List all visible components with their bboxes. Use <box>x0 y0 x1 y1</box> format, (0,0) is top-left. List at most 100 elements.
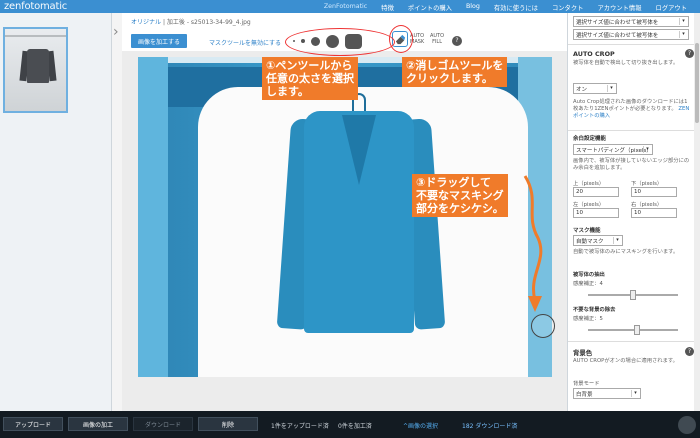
help-icon[interactable]: ? <box>685 49 694 58</box>
uploaded-count: 1件をアップロード済 <box>271 423 329 430</box>
downloaded-count: 182 ダウンロード済 <box>462 423 518 430</box>
callout-text: クリックします。 <box>406 72 493 85</box>
margin-mode-select[interactable]: スマートパディング（pixels） ▾ <box>573 144 653 155</box>
output-size-select-2[interactable]: 選択サイズ値に合わせて被写体を ▾ <box>573 29 689 40</box>
zenfotomatic-logo[interactable]: zenfotomatic <box>4 1 67 12</box>
scrollbar-thumb[interactable] <box>695 43 699 123</box>
image-thumbnail[interactable] <box>3 27 68 113</box>
settings-scrollbar[interactable] <box>694 13 700 411</box>
padding-bottom-label: 下（pixels） <box>631 181 663 187</box>
background-removal-title: 不要な背景の除去 <box>573 307 616 313</box>
divider <box>568 130 700 131</box>
thumbnail-rack <box>5 35 66 37</box>
slider-handle[interactable] <box>634 325 641 335</box>
thumbnail-jacket <box>27 49 49 83</box>
select-images-link[interactable]: ^画像の選択 <box>403 421 438 430</box>
padding-left-label: 左（pixels） <box>573 202 605 208</box>
background-color-description: AUTO CROPがオンの場合に適用されます。 <box>573 358 678 364</box>
auto-crop-note-text: Auto Crop処理された画像のダウンロードには1枚あたり1ZENポイントが必… <box>573 99 688 112</box>
chevron-down-icon: ▾ <box>679 18 687 25</box>
background-sensitivity-slider[interactable] <box>588 325 678 335</box>
auto-crop-title: AUTO CROP <box>573 50 615 58</box>
padding-left-input[interactable]: 10 <box>573 208 619 218</box>
callout-text: ③ドラッグして <box>416 176 491 189</box>
filename-label: s25013-34-99_4.jpg <box>190 19 251 26</box>
auto-fill-button[interactable]: AUTO FILL <box>430 33 444 45</box>
background-mode-select[interactable]: 白背景 ▾ <box>573 388 641 399</box>
nav-account[interactable]: アカウント情報 <box>590 3 648 12</box>
chevron-down-icon: ▾ <box>613 237 621 244</box>
nav-blog[interactable]: Blog <box>459 3 487 12</box>
chevron-down-icon: ▾ <box>631 390 639 397</box>
help-icon[interactable]: ? <box>685 347 694 356</box>
masked-photo[interactable] <box>138 57 552 377</box>
breadcrumb-separator: | <box>162 19 165 26</box>
site-badge-icon[interactable] <box>678 416 696 434</box>
auto-crop-select[interactable]: オン ▾ <box>573 83 617 94</box>
main-nav: ZenFotomatic 特徴 ポイントの購入 Blog 有効に使うには コンタ… <box>317 3 694 12</box>
padding-top-label: 上（pixels） <box>573 181 605 187</box>
subject-extraction-title: 被写体の抽出 <box>573 272 605 278</box>
callout-text: 任意の太さを選択 <box>266 72 354 85</box>
auto-crop-value: オン <box>576 87 588 93</box>
chevron-down-icon: ▾ <box>679 31 687 38</box>
padding-right-input[interactable]: 10 <box>631 208 677 218</box>
logo-text-zen: zen <box>4 1 22 12</box>
nav-logout[interactable]: ログアウト <box>649 3 694 12</box>
output-size-select[interactable]: 選択サイズ値に合わせて被写体を ▾ <box>573 16 689 27</box>
output-size-value: 選択サイズ値に合わせて被写体を <box>576 33 659 39</box>
auto-fill-label: FILL <box>432 39 442 45</box>
nav-buy-points[interactable]: ポイントの購入 <box>401 3 459 12</box>
padding-bottom-input[interactable]: 10 <box>631 187 677 197</box>
nav-tips[interactable]: 有効に使うには <box>487 3 545 12</box>
upload-button[interactable]: アップロード <box>3 417 63 431</box>
subject-sensitivity-slider[interactable] <box>588 290 678 300</box>
mask-mode-select[interactable]: 自動マスク ▾ <box>573 235 623 246</box>
divider <box>568 44 700 45</box>
disable-mask-tool-link[interactable]: マスクツールを無効にする <box>209 38 281 47</box>
eraser-cursor-icon <box>531 314 555 338</box>
image-list-panel <box>0 13 112 411</box>
settings-panel: 選択サイズ値に合わせて被写体を ▾ 選択サイズ値に合わせて被写体を ▾ AUTO… <box>567 13 700 411</box>
margin-description: 画像内で、被写体が接していないエッジ部分にのみ余白を追加します。 <box>573 158 690 171</box>
nav-contact[interactable]: コンタクト <box>545 3 590 12</box>
nav-features[interactable]: 特徴 <box>374 3 401 12</box>
photo-wall-strip <box>138 57 168 377</box>
download-button[interactable]: ダウンロード <box>133 417 193 431</box>
breadcrumb-separator: - <box>186 19 189 26</box>
callout-eraser-tool: ②消しゴムツールを クリックします。 <box>402 57 508 87</box>
process-image-button[interactable]: 画像を加工する <box>131 34 187 48</box>
mask-mode-value: 自動マスク <box>576 239 604 245</box>
callout-text: ①ペンツールから <box>266 59 353 72</box>
tab-processed[interactable]: 加工後 <box>167 19 185 26</box>
annotation-ring-eraser <box>389 25 413 53</box>
padding-top-input[interactable]: 20 <box>573 187 619 197</box>
callout-pen-tool: ①ペンツールから 任意の太さを選択 します。 <box>262 57 358 100</box>
divider <box>568 341 700 342</box>
chevron-right-icon[interactable]: › <box>113 24 119 40</box>
auto-crop-note: Auto Crop処理された画像のダウンロードには1枚あたり1ZENポイントが必… <box>573 99 691 120</box>
process-images-button[interactable]: 画像の加工 <box>68 417 128 431</box>
bottom-action-bar: アップロード 画像の加工 ダウンロード 削除 1件をアップロード済 0件を加工済… <box>0 411 700 438</box>
nav-zenfotomatic[interactable]: ZenFotomatic <box>317 3 374 12</box>
slider-handle[interactable] <box>630 290 636 300</box>
annotation-ring-pen <box>285 28 395 56</box>
background-mode-value: 白背景 <box>576 392 593 398</box>
view-breadcrumb: オリジナル | 加工後 - s25013-34-99_4.jpg <box>131 17 251 26</box>
margin-mode-value: スマートパディング（pixels） <box>576 148 652 154</box>
logo-text-fotomatic: fotomatic <box>21 1 68 12</box>
processed-count: 0件を加工済 <box>338 423 372 430</box>
callout-text: 部分をケシケシ。 <box>416 202 504 215</box>
delete-button[interactable]: 削除 <box>198 417 258 431</box>
callout-text: します。 <box>266 85 309 98</box>
tab-original[interactable]: オリジナル <box>131 19 161 26</box>
help-icon[interactable]: ? <box>452 36 462 46</box>
output-size-value: 選択サイズ値に合わせて被写体を <box>576 20 659 26</box>
margin-title: 余白設定機能 <box>573 136 607 142</box>
top-navigation-bar: zenfotomatic ZenFotomatic 特徴 ポイントの購入 Blo… <box>0 0 700 13</box>
callout-text: 不要なマスキング <box>416 189 504 202</box>
callout-text: ②消しゴムツールを <box>406 59 504 72</box>
background-mode-label: 背景モード <box>573 381 600 387</box>
chevron-down-icon: ▾ <box>607 85 615 92</box>
editing-canvas <box>122 51 567 411</box>
